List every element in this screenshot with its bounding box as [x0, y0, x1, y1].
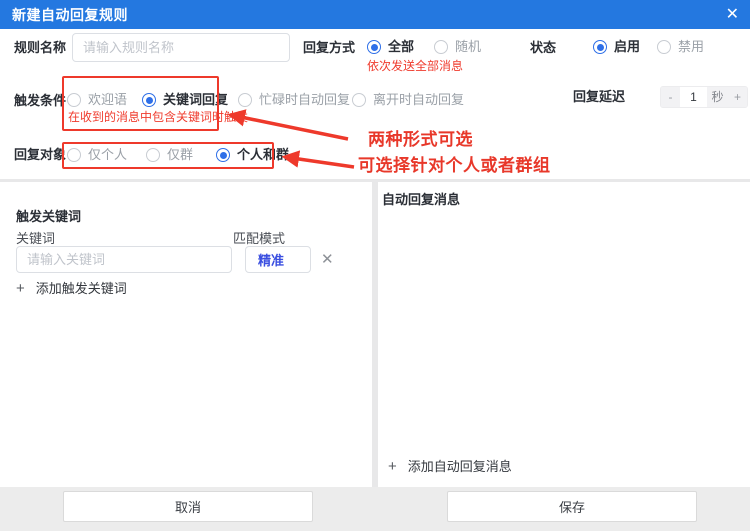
radio-target-group-only[interactable]: 仅群 — [146, 148, 193, 162]
radio-trigger-keyword-reply[interactable]: 关键词回复 — [142, 93, 228, 107]
radio-icon — [67, 148, 81, 162]
keyword-input[interactable] — [16, 246, 232, 273]
dialog-footer: 取消 保存 — [0, 487, 750, 531]
radio-target-person-only[interactable]: 仅个人 — [67, 148, 127, 162]
trigger-condition-hint: 在收到的消息中包含关键词时触发 — [68, 111, 248, 124]
trigger-condition-label: 触发条件 — [14, 94, 66, 108]
radio-icon — [367, 40, 381, 54]
radio-icon — [657, 40, 671, 54]
cancel-button[interactable]: 取消 — [63, 491, 313, 522]
radio-label: 欢迎语 — [88, 93, 127, 107]
annotation-arrow-target — [285, 157, 354, 167]
trigger-keywords-panel — [0, 182, 372, 487]
auto-reply-messages-panel — [378, 182, 750, 487]
radio-label: 仅个人 — [88, 148, 127, 162]
reply-target-label: 回复对象 — [14, 148, 66, 162]
radio-trigger-away-auto-reply[interactable]: 离开时自动回复 — [352, 93, 464, 107]
delay-unit: 秒 — [707, 87, 728, 107]
radio-status-enabled[interactable]: 启用 — [593, 40, 640, 54]
radio-icon — [352, 93, 366, 107]
radio-label: 忙碌时自动回复 — [259, 93, 350, 107]
radio-label: 启用 — [614, 40, 640, 54]
new-auto-reply-rule-dialog: 新建自动回复规则 ✕ 规则名称 回复方式 全部 随机 依次发送全部消息 状态 启… — [0, 0, 750, 531]
radio-label: 禁用 — [678, 40, 704, 54]
radio-reply-mode-random[interactable]: 随机 — [434, 40, 481, 54]
reply-delay-label: 回复延迟 — [573, 90, 625, 104]
reply-mode-hint: 依次发送全部消息 — [367, 60, 463, 73]
messages-panel-title: 自动回复消息 — [382, 193, 460, 207]
close-icon[interactable]: ✕ — [726, 0, 739, 29]
remove-keyword-icon[interactable]: ✕ — [321, 252, 334, 267]
add-auto-reply-message-label: 添加自动回复消息 — [408, 460, 512, 474]
match-mode-label: 匹配模式 — [233, 232, 285, 246]
radio-label: 仅群 — [167, 148, 193, 162]
save-button[interactable]: 保存 — [447, 491, 697, 522]
rule-name-label: 规则名称 — [14, 41, 66, 55]
dialog-title: 新建自动回复规则 — [12, 5, 128, 25]
radio-label: 关键词回复 — [163, 93, 228, 107]
radio-icon — [434, 40, 448, 54]
radio-reply-mode-all[interactable]: 全部 — [367, 40, 414, 54]
reply-mode-label: 回复方式 — [303, 41, 355, 55]
radio-icon — [238, 93, 252, 107]
add-trigger-keyword-button[interactable]: + 添加触发关键词 — [16, 282, 127, 296]
annotation-arrow-trigger — [231, 115, 348, 139]
match-mode-value: 精准 — [258, 250, 284, 269]
radio-trigger-welcome[interactable]: 欢迎语 — [67, 93, 127, 107]
keyword-label: 关键词 — [16, 232, 55, 246]
annotation-note-trigger: 两种形式可选 — [368, 131, 473, 149]
delay-plus-button[interactable]: + — [728, 87, 747, 107]
radio-icon — [67, 93, 81, 107]
plus-icon: + — [16, 282, 25, 296]
plus-icon: + — [388, 460, 397, 474]
radio-icon — [146, 148, 160, 162]
radio-status-disabled[interactable]: 禁用 — [657, 40, 704, 54]
radio-target-person-and-group[interactable]: 个人和群 — [216, 148, 289, 162]
annotation-note-target: 可选择针对个人或者群组 — [358, 157, 551, 175]
radio-label: 随机 — [455, 40, 481, 54]
rule-name-input[interactable] — [72, 33, 290, 62]
add-trigger-keyword-label: 添加触发关键词 — [36, 282, 127, 296]
keywords-panel-title: 触发关键词 — [16, 210, 81, 224]
match-mode-select[interactable]: 精准 — [245, 246, 311, 273]
dialog-titlebar: 新建自动回复规则 ✕ — [0, 0, 750, 29]
radio-icon — [216, 148, 230, 162]
delay-minus-button[interactable]: - — [661, 87, 680, 107]
radio-icon — [593, 40, 607, 54]
delay-value[interactable]: 1 — [680, 87, 707, 107]
radio-label: 全部 — [388, 40, 414, 54]
radio-label: 离开时自动回复 — [373, 93, 464, 107]
reply-delay-stepper: - 1 秒 + — [660, 86, 748, 108]
status-label: 状态 — [530, 41, 556, 55]
radio-trigger-busy-auto-reply[interactable]: 忙碌时自动回复 — [238, 93, 350, 107]
radio-label: 个人和群 — [237, 148, 289, 162]
add-auto-reply-message-button[interactable]: + 添加自动回复消息 — [388, 460, 512, 474]
radio-icon — [142, 93, 156, 107]
